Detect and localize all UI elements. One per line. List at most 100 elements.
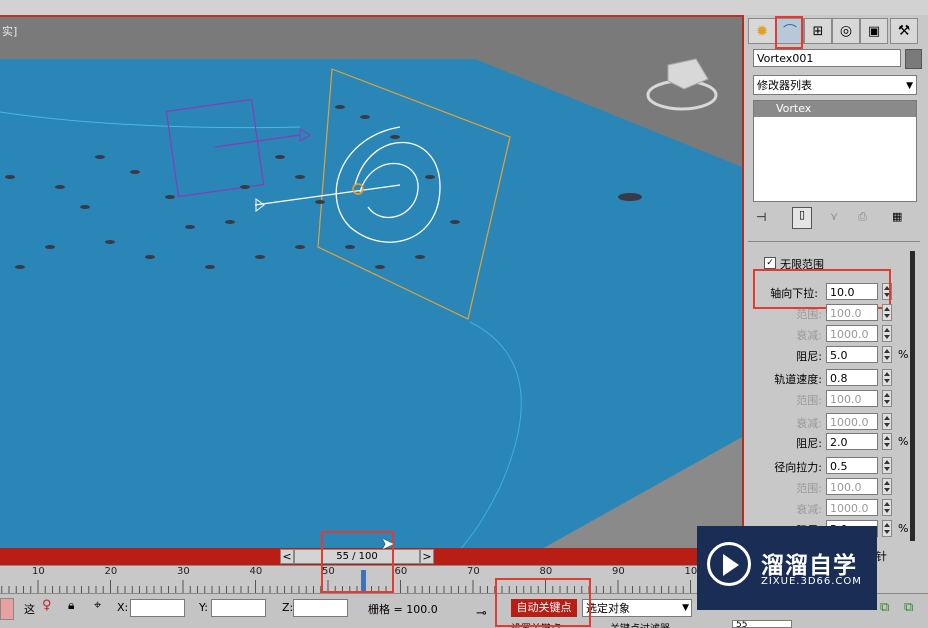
- show-end-result-icon[interactable]: ▯: [792, 207, 812, 229]
- panel-scrollbar[interactable]: [910, 251, 915, 541]
- viewport-label[interactable]: 实]: [2, 23, 17, 39]
- falloff-label-1: 衰减:: [796, 329, 822, 342]
- isolate-icon[interactable]: ♀: [42, 598, 52, 613]
- damping-field-2[interactable]: 2.0: [826, 433, 878, 450]
- zoom-extents-all-icon[interactable]: ⧉: [904, 600, 913, 615]
- watermark-title: 溜溜自学: [761, 553, 857, 579]
- range-spinner-1[interactable]: [882, 304, 892, 321]
- hierarchy-icon: ⊞: [812, 23, 824, 39]
- falloff-spinner-3[interactable]: [882, 499, 892, 516]
- radial-pull-field[interactable]: 0.5: [826, 457, 878, 474]
- falloff-field-2[interactable]: 1000.0: [826, 413, 878, 430]
- track-tick-label: 10: [32, 566, 45, 577]
- mouse-cursor-icon: ➤: [381, 534, 395, 553]
- time-next-button[interactable]: >: [420, 549, 434, 564]
- range-spinner-3[interactable]: [882, 478, 892, 495]
- falloff-field-1[interactable]: 1000.0: [826, 325, 878, 342]
- z-label: Z:: [282, 601, 294, 614]
- create-tab[interactable]: ✹: [748, 18, 776, 44]
- object-name-field[interactable]: Vortex001: [753, 49, 901, 67]
- track-tick-label: 40: [249, 566, 263, 577]
- x-coord-field[interactable]: [130, 599, 185, 617]
- damping-label-1: 阻尼:: [796, 350, 822, 363]
- lock-icon[interactable]: 🔒︎: [68, 598, 74, 613]
- track-tick-label: 20: [104, 566, 118, 577]
- highlight-autokey: [495, 578, 591, 627]
- orbital-speed-spinner[interactable]: [882, 369, 892, 386]
- highlight-axial-drop: [753, 269, 891, 309]
- range-field-3[interactable]: 100.0: [826, 478, 878, 495]
- command-panel: ✹ ⌒ ⊞ ◎ ▣ ⚒ Vortex001 修改器列表 ▼ Vortex ⊣ ▯…: [742, 15, 928, 590]
- percent-label-1: %: [898, 348, 909, 361]
- damping-spinner-2[interactable]: [882, 433, 892, 450]
- range-label-3: 范围:: [796, 482, 822, 495]
- track-tick-label: 90: [612, 566, 625, 577]
- damping-label-2: 阻尼:: [796, 437, 822, 450]
- selection-set-label: 选定对象: [586, 602, 630, 615]
- radial-pull-spinner[interactable]: [882, 457, 892, 474]
- stack-item-vortex[interactable]: Vortex: [754, 101, 916, 117]
- perspective-viewport[interactable]: 实]: [0, 15, 742, 550]
- watermark-logo-icon: [707, 542, 751, 586]
- percent-label-2: %: [898, 435, 909, 448]
- x-label: X:: [117, 601, 129, 614]
- falloff-label-3: 衰减:: [796, 503, 822, 516]
- track-tick-label: 30: [177, 566, 190, 577]
- hierarchy-tab[interactable]: ⊞: [804, 18, 832, 44]
- track-tick-label: 80: [539, 566, 553, 577]
- range-field-2[interactable]: 100.0: [826, 390, 878, 407]
- create-icon: ✹: [755, 22, 769, 40]
- status-prompt-text: 这: [24, 603, 35, 616]
- display-icon: ▣: [867, 23, 881, 39]
- transform-mode-icon[interactable]: ⌖: [94, 598, 101, 613]
- modifier-list-label: 修改器列表: [757, 79, 812, 92]
- modifier-stack: Vortex: [753, 100, 917, 202]
- display-tab[interactable]: ▣: [860, 18, 888, 44]
- orbital-speed-field[interactable]: 0.8: [826, 369, 878, 386]
- range-field-1[interactable]: 100.0: [826, 304, 878, 321]
- watermark: 溜溜自学 ZIXUE.3D66.COM: [697, 526, 877, 610]
- damping-spinner-3[interactable]: [882, 520, 892, 537]
- pin-stack-icon[interactable]: ⊣: [756, 210, 766, 224]
- chevron-down-icon: ▼: [682, 603, 689, 613]
- utilities-icon: ⚒: [897, 23, 911, 39]
- top-menu-strip: [0, 0, 928, 16]
- zoom-extents-icon[interactable]: ⧉: [880, 600, 889, 615]
- grid-size-text: 栅格 = 100.0: [368, 603, 438, 616]
- orbital-speed-label: 轨道速度:: [774, 373, 822, 386]
- y-coord-field[interactable]: [211, 599, 266, 617]
- z-coord-field[interactable]: [293, 599, 348, 617]
- floor-plane: [0, 59, 742, 550]
- object-color-swatch[interactable]: [905, 49, 922, 69]
- range-label-1: 范围:: [796, 308, 822, 321]
- falloff-label-2: 衰减:: [796, 417, 822, 430]
- key-icon[interactable]: ⊸: [476, 606, 487, 621]
- maxscript-listener[interactable]: [0, 598, 14, 620]
- motion-tab[interactable]: ◎: [832, 18, 860, 44]
- bottom-option-label: 针: [876, 550, 887, 563]
- rollout-divider: [748, 241, 920, 242]
- range-spinner-2[interactable]: [882, 390, 892, 407]
- falloff-field-3[interactable]: 1000.0: [826, 499, 878, 516]
- time-prev-button[interactable]: <: [280, 549, 294, 564]
- radial-pull-label: 径向拉力:: [774, 461, 822, 474]
- range-label-2: 范围:: [796, 394, 822, 407]
- watermark-url: ZIXUE.3D66.COM: [761, 576, 862, 587]
- damping-field-1[interactable]: 5.0: [826, 346, 878, 363]
- selection-set-dropdown[interactable]: 选定对象 ▼: [582, 599, 692, 617]
- configure-sets-icon[interactable]: ▦: [892, 210, 902, 223]
- y-label: Y:: [199, 601, 208, 614]
- infinite-range-checkbox[interactable]: ✓: [764, 257, 776, 269]
- falloff-spinner-2[interactable]: [882, 413, 892, 430]
- remove-modifier-icon[interactable]: ⎙: [858, 210, 867, 224]
- percent-label-3: %: [898, 522, 909, 535]
- track-tick-label: 70: [467, 566, 480, 577]
- make-unique-icon[interactable]: ⋎: [830, 210, 838, 223]
- damping-spinner-1[interactable]: [882, 346, 892, 363]
- chevron-down-icon: ▼: [906, 81, 913, 91]
- utilities-tab[interactable]: ⚒: [890, 18, 918, 44]
- modifier-list-dropdown[interactable]: 修改器列表 ▼: [753, 75, 917, 95]
- highlight-modify-tab: [775, 16, 803, 49]
- motion-icon: ◎: [839, 23, 853, 39]
- falloff-spinner-1[interactable]: [882, 325, 892, 342]
